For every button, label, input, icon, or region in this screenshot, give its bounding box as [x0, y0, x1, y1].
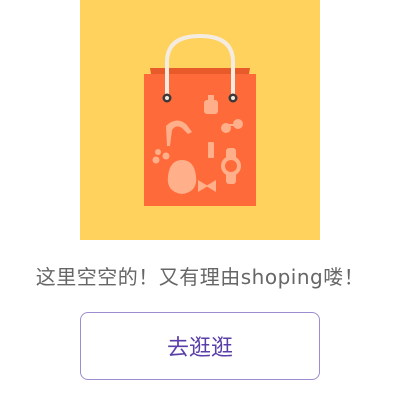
empty-cart-illustration — [80, 0, 320, 240]
go-shopping-button[interactable]: 去逛逛 — [80, 312, 320, 380]
empty-cart-message: 这里空空的！又有理由shoping喽！ — [35, 265, 365, 289]
shopping-bag-icon — [144, 33, 256, 206]
empty-cart-page: 这里空空的！又有理由shoping喽！ 去逛逛 — [0, 0, 400, 400]
